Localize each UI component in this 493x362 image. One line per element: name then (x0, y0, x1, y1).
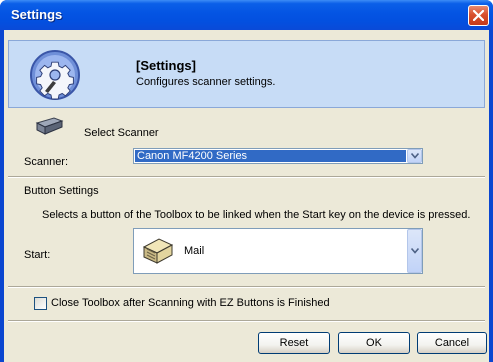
divider (8, 176, 485, 178)
start-select-value: Mail (184, 245, 205, 257)
header-title: [Settings] (136, 58, 196, 73)
title-bar[interactable]: Settings (0, 0, 493, 30)
scanner-dropdown-button[interactable] (407, 149, 422, 163)
settings-window: Settings [Settings] Configures scanner s… (0, 0, 493, 362)
start-label: Start: (24, 249, 51, 261)
scanner-select-value: Canon MF4200 Series (135, 150, 406, 162)
dialog-body: [Settings] Configures scanner settings. … (4, 30, 489, 362)
mail-icon (142, 238, 174, 264)
divider (8, 320, 485, 322)
window-title: Settings (11, 7, 63, 22)
button-settings-description: Selects a button of the Toolbox to be li… (42, 209, 471, 221)
scanner-icon (35, 117, 64, 135)
cancel-button[interactable]: Cancel (417, 332, 487, 354)
chevron-down-icon (411, 248, 419, 254)
close-icon (473, 10, 484, 21)
button-settings-heading: Button Settings (24, 185, 99, 197)
header-description: Configures scanner settings. (136, 76, 276, 88)
close-button[interactable] (468, 5, 489, 26)
scanner-label: Scanner: (24, 156, 69, 168)
divider (8, 286, 485, 288)
header-band: [Settings] Configures scanner settings. (8, 40, 485, 108)
ok-button[interactable]: OK (338, 332, 410, 354)
settings-gear-icon (30, 50, 80, 100)
reset-button[interactable]: Reset (258, 332, 330, 354)
chevron-down-icon (411, 153, 419, 159)
close-toolbox-label[interactable]: Close Toolbox after Scanning with EZ But… (51, 297, 330, 309)
start-button-select[interactable]: Mail (133, 228, 423, 274)
scanner-select[interactable]: Canon MF4200 Series (133, 148, 423, 164)
select-scanner-heading: Select Scanner (84, 127, 159, 139)
start-dropdown-button[interactable] (407, 229, 422, 273)
close-toolbox-checkbox[interactable] (34, 297, 47, 310)
